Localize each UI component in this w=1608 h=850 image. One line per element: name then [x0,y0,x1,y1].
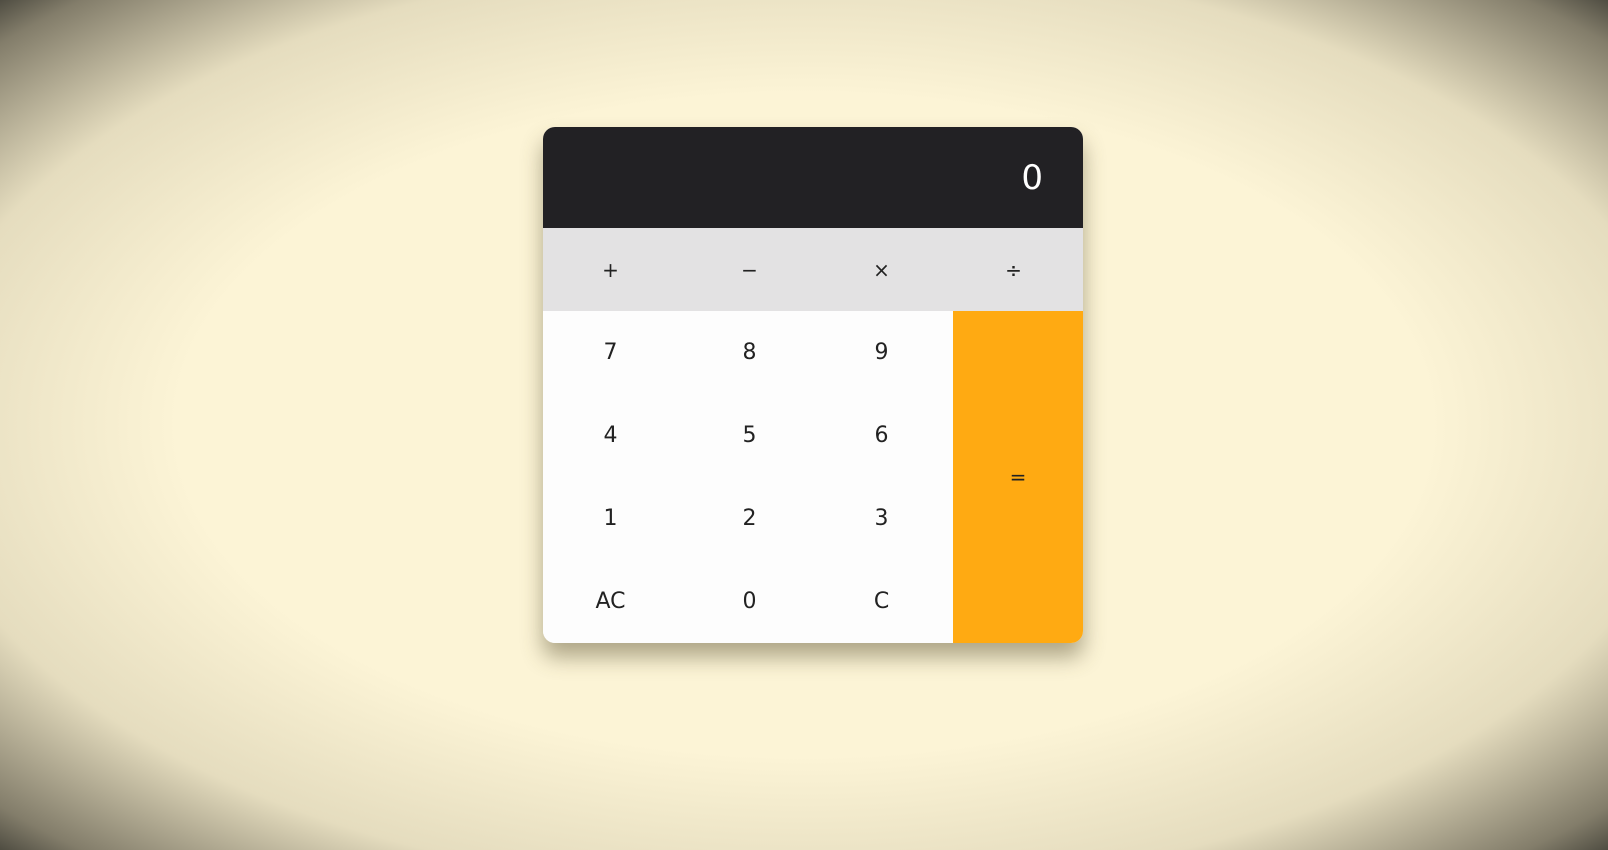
display-value: 0 [1021,157,1043,198]
key-2[interactable]: 2 [682,477,817,560]
key-8[interactable]: 8 [682,311,817,394]
divide-button[interactable]: ÷ [946,228,1081,311]
key-7[interactable]: 7 [543,311,678,394]
key-9[interactable]: 9 [814,311,949,394]
calculator: 0 + − × ÷ 7 8 9 4 5 6 1 2 3 AC 0 C = [543,127,1083,643]
key-3[interactable]: 3 [814,477,949,560]
key-5[interactable]: 5 [682,394,817,477]
clear-button[interactable]: C [814,560,949,643]
all-clear-button[interactable]: AC [543,560,678,643]
calculator-display: 0 [543,127,1083,228]
operator-row: + − × ÷ [543,228,1083,311]
key-0[interactable]: 0 [682,560,817,643]
multiply-button[interactable]: × [814,228,949,311]
equals-button[interactable]: = [953,311,1083,643]
key-1[interactable]: 1 [543,477,678,560]
key-6[interactable]: 6 [814,394,949,477]
subtract-button[interactable]: − [682,228,817,311]
add-button[interactable]: + [543,228,678,311]
key-4[interactable]: 4 [543,394,678,477]
